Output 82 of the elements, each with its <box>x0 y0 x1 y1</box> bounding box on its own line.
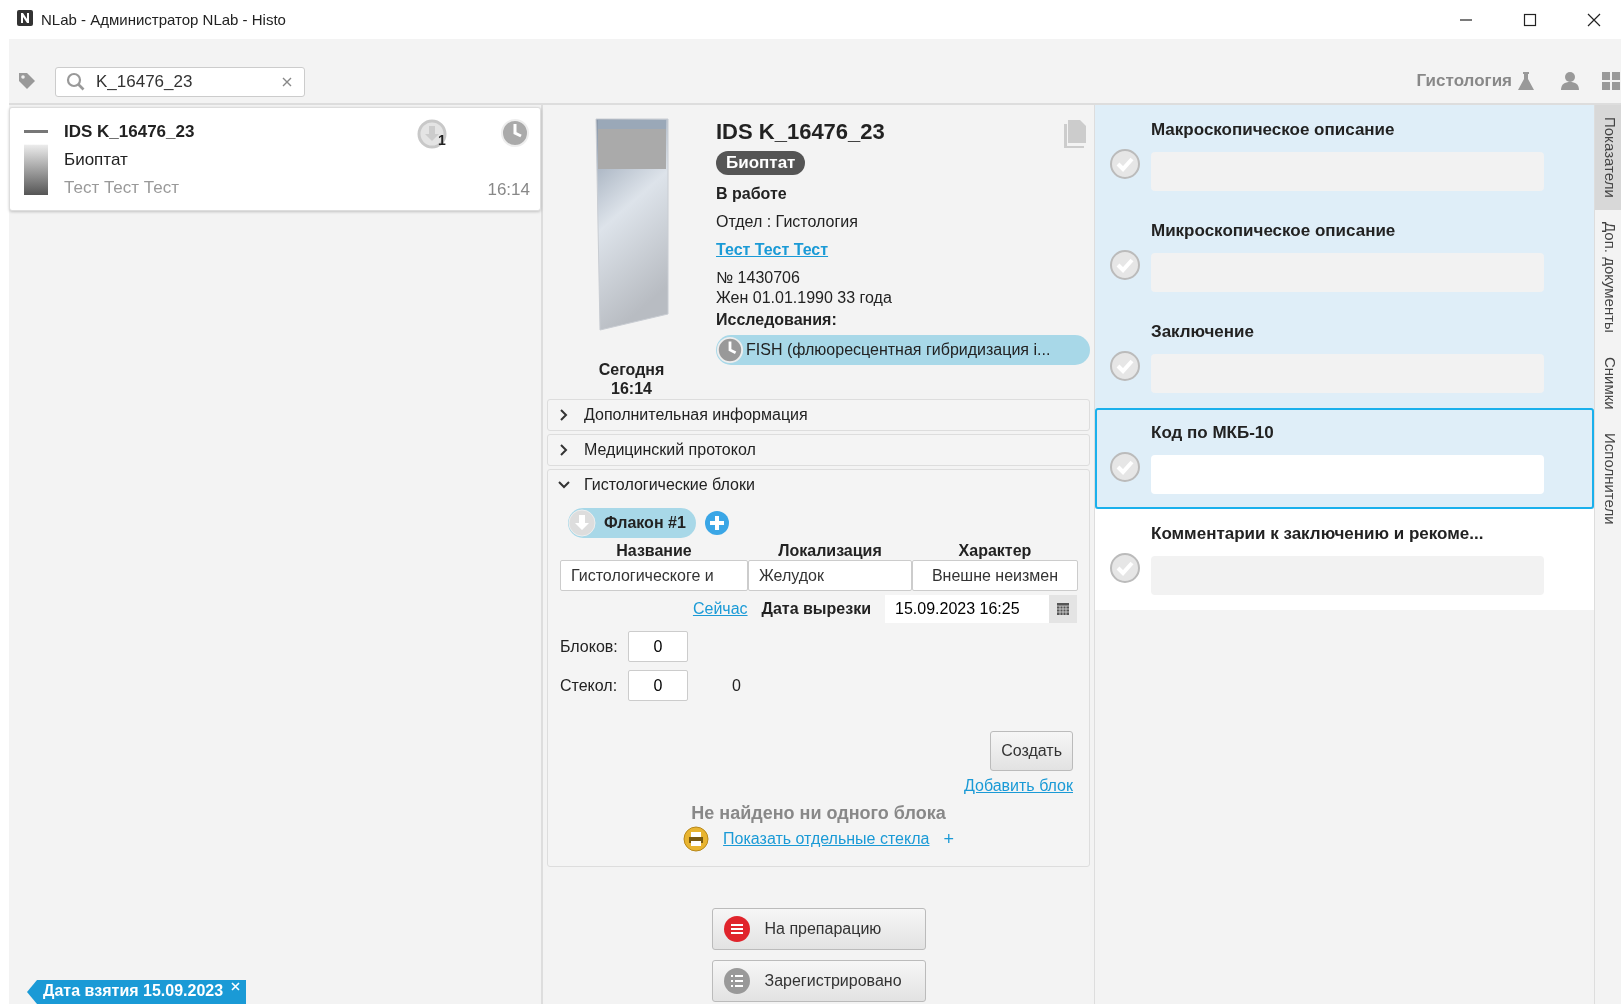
section-header[interactable]: Дополнительная информация <box>548 400 1089 430</box>
clock-icon <box>716 336 744 364</box>
search-icon <box>66 72 86 92</box>
side-tab[interactable]: Исполнители <box>1595 421 1621 537</box>
table-input[interactable]: Гистологическоге и <box>560 560 748 591</box>
section-label: Макроскопическое описание <box>1151 120 1396 140</box>
flask-icon[interactable] <box>1516 71 1536 91</box>
form-section[interactable]: Микроскопическое описание <box>1095 206 1594 307</box>
section-label: Комментарии к заключению и рекоме... <box>1151 524 1485 544</box>
user-icon[interactable] <box>1560 71 1580 91</box>
order-number: № 1430706 <box>716 269 800 287</box>
check-icon[interactable] <box>1109 551 1141 584</box>
tag-icon[interactable] <box>17 71 37 91</box>
check-icon[interactable] <box>1109 248 1141 281</box>
order-time: 16:14 <box>487 180 530 200</box>
search-box[interactable]: K_16476_23 <box>55 67 305 97</box>
form-section[interactable]: Макроскопическое описание <box>1095 105 1594 206</box>
patient-demographics: Жен 01.01.1990 33 года <box>716 289 892 307</box>
order-title: IDS K_16476_23 <box>716 119 885 145</box>
side-tab[interactable]: Показатели <box>1595 105 1621 210</box>
add-icon[interactable] <box>703 510 730 536</box>
form-section[interactable]: Заключение <box>1095 307 1594 408</box>
close-icon[interactable] <box>1587 12 1601 27</box>
studies-label: Исследования: <box>716 311 837 329</box>
check-icon[interactable] <box>1109 147 1141 180</box>
section-label: Код по МКБ-10 <box>1151 423 1275 443</box>
column-header: Название <box>615 542 693 560</box>
maximize-icon[interactable] <box>1523 12 1537 27</box>
search-input[interactable]: K_16476_23 <box>94 68 274 96</box>
download-icon <box>416 118 448 150</box>
calendar-icon[interactable] <box>1057 603 1069 615</box>
side-tab[interactable]: Доп. документы <box>1595 209 1621 345</box>
date-field[interactable]: 15.09.2023 16:25 <box>885 595 1049 623</box>
department-text: Отдел : Гистология <box>716 213 858 231</box>
slides-count-field[interactable]: 0 <box>628 670 688 701</box>
side-tab[interactable]: Снимки <box>1595 344 1621 422</box>
column-header: Характер <box>957 542 1033 560</box>
section-header[interactable]: Гистологические блоки <box>548 470 1089 500</box>
slide-thumbnail <box>24 130 48 195</box>
status-button[interactable]: На препарацию <box>711 908 926 950</box>
create-button[interactable]: Создать <box>990 731 1073 771</box>
window-title: NLab - Администратор NLab - Histo <box>41 11 286 28</box>
blocks-label: Блоков: <box>560 637 619 656</box>
section-label: Заключение <box>1151 322 1255 342</box>
form-section[interactable]: Код по МКБ-10 <box>1095 408 1594 509</box>
section-title: Гистологические блоки <box>584 476 755 494</box>
vial-tab[interactable]: Флакон #1 <box>568 508 696 538</box>
cut-date-label: Дата вырезки <box>761 600 871 618</box>
text-field[interactable] <box>1151 455 1544 494</box>
blocks-count-field[interactable]: 0 <box>628 631 688 662</box>
section-label: Микроскопическое описание <box>1151 221 1397 241</box>
count-label: 1 <box>438 132 446 148</box>
section-header[interactable]: Медицинский протокол <box>548 435 1089 465</box>
download-icon <box>568 509 596 537</box>
check-icon[interactable] <box>1109 450 1141 483</box>
section-title: Дополнительная информация <box>584 406 808 424</box>
filter-label: Дата взятия 15.09.2023 <box>43 982 224 1000</box>
form-section[interactable]: Комментарии к заключению и рекоме... <box>1095 509 1594 610</box>
type-badge: Биоптат <box>716 151 806 175</box>
time-label: 16:14 <box>611 379 652 398</box>
status-label: В работе <box>716 185 787 203</box>
section-title: Медицинский протокол <box>584 441 756 459</box>
printer-icon[interactable] <box>683 826 710 852</box>
check-icon[interactable] <box>1109 349 1141 382</box>
material-type: Биоптат <box>64 150 129 170</box>
slides-label: Стекол: <box>560 676 619 695</box>
date-label: Сегодня <box>598 360 665 379</box>
empty-message: Не найдено ни одного блока <box>691 803 946 824</box>
order-id: IDS K_16476_23 <box>64 122 196 142</box>
patient-name: Тест Тест Тест <box>64 178 180 198</box>
list-icon <box>722 967 751 995</box>
grid-icon[interactable] <box>1602 71 1621 91</box>
column-header: Локализация <box>777 542 883 560</box>
table-input[interactable]: Внешне неизмен <box>912 560 1078 591</box>
clear-icon[interactable] <box>282 77 292 87</box>
status-button[interactable]: Зарегистрировано <box>711 960 926 1002</box>
stop-icon <box>722 915 751 943</box>
slides-total: 0 <box>732 676 741 695</box>
order-card[interactable]: IDS K_16476_23 Биоптат Тест Тест Тест 1 16:14 <box>9 107 541 211</box>
clock-icon <box>500 118 530 148</box>
study-chip[interactable]: FISH (флюоресцентная гибридизация i... <box>716 335 1090 365</box>
table-input[interactable]: Желудок <box>748 560 912 591</box>
